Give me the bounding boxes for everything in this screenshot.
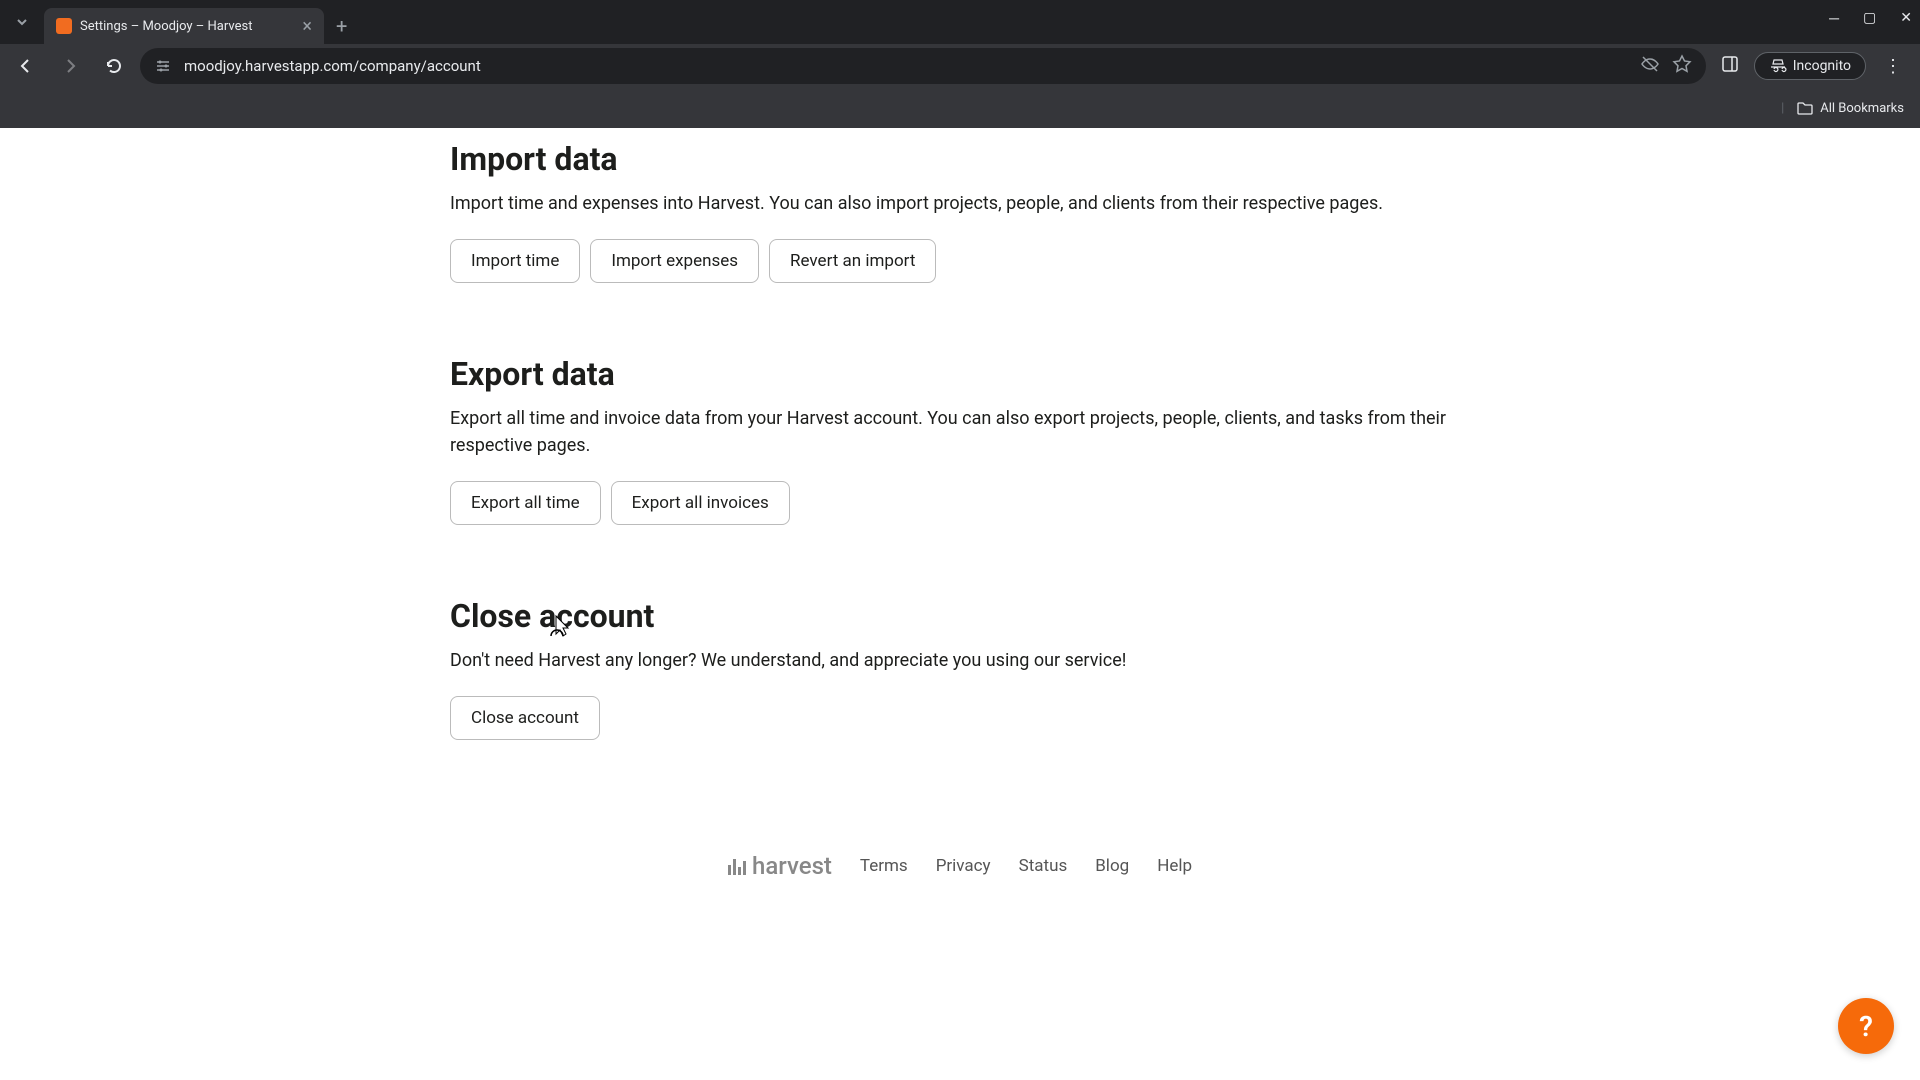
reload-icon [104, 56, 124, 76]
revert-import-button[interactable]: Revert an import [769, 239, 936, 283]
tune-icon [154, 57, 172, 75]
favicon-icon [56, 18, 72, 34]
arrow-left-icon [16, 56, 36, 76]
forward-button[interactable] [52, 48, 88, 84]
bookmark-button[interactable] [1672, 54, 1692, 78]
tab-search-button[interactable] [8, 8, 36, 36]
import-data-description: Import time and expenses into Harvest. Y… [450, 190, 1450, 217]
all-bookmarks-button[interactable]: All Bookmarks [1796, 99, 1904, 117]
import-time-button[interactable]: Import time [450, 239, 580, 283]
footer-blog-link[interactable]: Blog [1095, 856, 1129, 876]
close-window-button[interactable]: ✕ [1900, 10, 1912, 27]
export-buttons: Export all time Export all invoices [450, 481, 1470, 525]
folder-icon [1796, 99, 1814, 117]
site-info-button[interactable] [154, 57, 172, 75]
address-bar-row: moodjoy.harvestapp.com/company/account I… [0, 44, 1920, 88]
help-fab-button[interactable]: ? [1838, 998, 1894, 1054]
arrow-right-icon [60, 56, 80, 76]
harvest-logo: harvest [728, 852, 832, 880]
bookmarks-bar: | All Bookmarks [0, 88, 1920, 128]
url-text: moodjoy.harvestapp.com/company/account [184, 57, 1628, 75]
import-expenses-button[interactable]: Import expenses [590, 239, 759, 283]
maximize-button[interactable]: ▢ [1863, 10, 1876, 27]
footer-privacy-link[interactable]: Privacy [936, 856, 991, 876]
export-data-heading: Export data [450, 355, 1470, 393]
reload-button[interactable] [96, 48, 132, 84]
incognito-label: Incognito [1793, 58, 1851, 74]
browser-chrome: Settings – Moodjoy – Harvest × + ─ ▢ ✕ m… [0, 0, 1920, 128]
eye-off-icon[interactable] [1640, 54, 1660, 78]
export-data-section: Export data Export all time and invoice … [450, 355, 1470, 525]
incognito-badge[interactable]: Incognito [1754, 52, 1866, 80]
import-data-heading: Import data [450, 140, 1470, 178]
footer-status-link[interactable]: Status [1019, 856, 1068, 876]
close-account-button[interactable]: Close account [450, 696, 600, 740]
back-button[interactable] [8, 48, 44, 84]
browser-menu-button[interactable]: ⋮ [1874, 56, 1912, 77]
export-all-invoices-button[interactable]: Export all invoices [611, 481, 790, 525]
incognito-icon [1769, 57, 1787, 75]
export-data-description: Export all time and invoice data from yo… [450, 405, 1450, 459]
side-panel-button[interactable] [1714, 54, 1746, 78]
window-controls: ─ ▢ ✕ [1829, 10, 1912, 27]
divider: | [1781, 101, 1784, 116]
close-account-heading: Close account [450, 597, 1470, 635]
page-footer: harvest Terms Privacy Status Blog Help [450, 812, 1470, 904]
new-tab-button[interactable]: + [336, 14, 347, 38]
tab-bar: Settings – Moodjoy – Harvest × + ─ ▢ ✕ [0, 0, 1920, 44]
harvest-logo-text: harvest [752, 852, 832, 880]
harvest-logo-icon [728, 857, 746, 875]
page-content: Import data Import time and expenses int… [0, 128, 1920, 1080]
close-account-section: Close account Don't need Harvest any lon… [450, 597, 1470, 740]
minimize-button[interactable]: ─ [1829, 10, 1839, 27]
import-data-section: Import data Import time and expenses int… [450, 128, 1470, 283]
close-account-description: Don't need Harvest any longer? We unders… [450, 647, 1450, 674]
close-buttons: Close account [450, 696, 1470, 740]
footer-terms-link[interactable]: Terms [860, 856, 908, 876]
footer-help-link[interactable]: Help [1157, 856, 1192, 876]
import-buttons: Import time Import expenses Revert an im… [450, 239, 1470, 283]
chevron-down-icon [15, 15, 29, 29]
close-tab-button[interactable]: × [302, 16, 312, 37]
help-icon: ? [1859, 1010, 1873, 1043]
browser-tab[interactable]: Settings – Moodjoy – Harvest × [44, 8, 324, 44]
export-all-time-button[interactable]: Export all time [450, 481, 601, 525]
all-bookmarks-label: All Bookmarks [1820, 101, 1904, 116]
tab-title: Settings – Moodjoy – Harvest [80, 19, 294, 34]
address-bar[interactable]: moodjoy.harvestapp.com/company/account [140, 48, 1706, 84]
